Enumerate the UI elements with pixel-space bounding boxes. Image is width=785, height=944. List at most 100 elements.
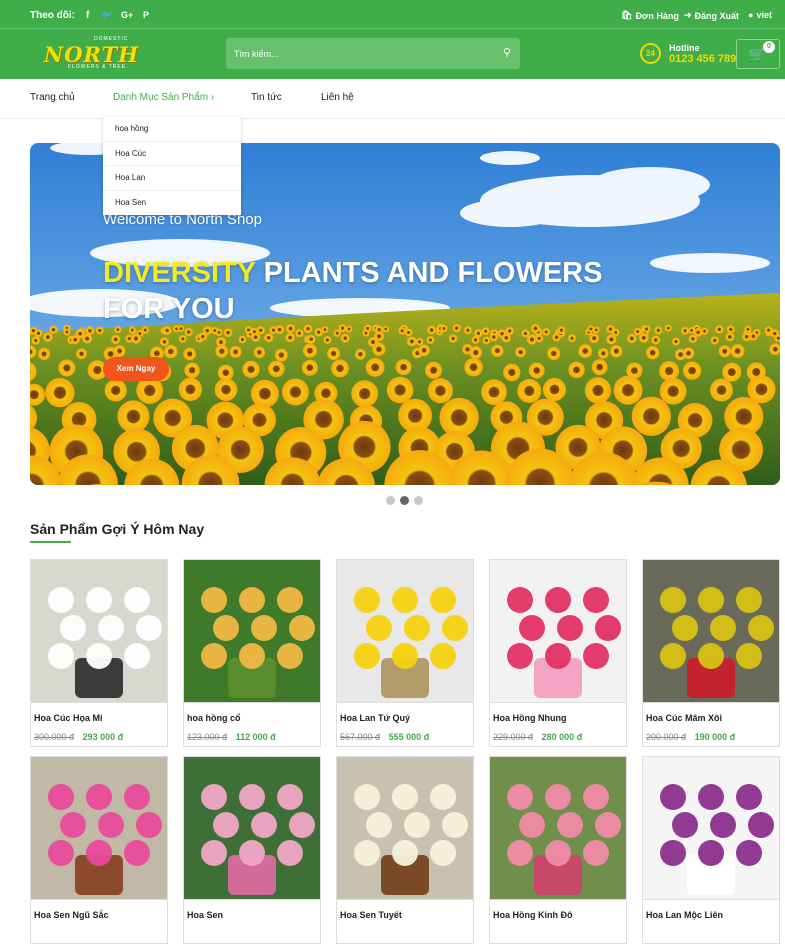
- product-name[interactable]: Hoa Sen: [184, 900, 320, 927]
- sunflower: [439, 397, 479, 438]
- sunflower: [113, 345, 126, 357]
- product-name[interactable]: Hoa Hồng Kinh Đô: [490, 900, 626, 927]
- sunflower: [725, 332, 735, 342]
- pinterest-icon[interactable]: P: [143, 10, 149, 20]
- product-image[interactable]: [184, 757, 320, 900]
- sunflower: [323, 336, 332, 345]
- sunflower: [136, 377, 164, 404]
- cart-button[interactable]: 🛒 0: [736, 39, 780, 69]
- sunflower: [606, 334, 617, 345]
- sunflower: [598, 348, 609, 359]
- product-card[interactable]: Hoa Sen Tuyết: [336, 756, 474, 944]
- header-divider: [0, 28, 785, 29]
- product-name[interactable]: Hoa Cúc Họa Mi: [31, 703, 167, 730]
- slider-dot-2[interactable]: [400, 496, 409, 505]
- product-image[interactable]: [643, 560, 779, 703]
- sunflower: [547, 346, 561, 360]
- sunflower: [215, 328, 223, 337]
- banner-headline-highlight: DIVERSITY: [103, 257, 256, 289]
- product-new-price: 190 000 đ: [694, 732, 736, 742]
- dropdown-item-hoa-hong[interactable]: hoa hồng: [103, 117, 241, 142]
- product-image[interactable]: [643, 757, 779, 900]
- main-nav: Trang chủ Danh Mục Sản Phẩm › Tin tức Li…: [0, 79, 785, 119]
- orders-link[interactable]: 🛍 Đơn Hàng: [621, 10, 679, 21]
- slider-dot-3[interactable]: [414, 496, 423, 505]
- sunflower: [680, 326, 690, 335]
- sunflower: [76, 348, 87, 360]
- sunflower: [682, 361, 702, 380]
- product-card[interactable]: Hoa Sen Ngũ Sắc: [30, 756, 168, 944]
- sunflower: [568, 361, 585, 379]
- google-plus-icon[interactable]: G+: [121, 10, 133, 20]
- user-label: viet: [756, 10, 772, 20]
- product-image[interactable]: [337, 757, 473, 900]
- sunflower: [250, 379, 279, 408]
- product-card[interactable]: Hoa Cúc Họa Mi 300.000 đ 293 000 đ: [30, 559, 168, 747]
- product-image[interactable]: [31, 757, 167, 900]
- product-card[interactable]: Hoa Sen: [183, 756, 321, 944]
- nav-contact[interactable]: Liên hệ: [321, 92, 354, 103]
- product-card[interactable]: Hoa Hồng Nhung 229.000 đ 280 000 đ: [489, 559, 627, 747]
- product-image[interactable]: [490, 757, 626, 900]
- sunflower: [517, 378, 542, 403]
- search-icon[interactable]: ⚲: [500, 46, 514, 60]
- dropdown-item-hoa-lan[interactable]: Hoa Lan: [103, 166, 241, 191]
- sunflower: [651, 335, 661, 345]
- product-card[interactable]: hoa hồng cổ 123.000 đ 112 000 đ: [183, 559, 321, 747]
- user-link[interactable]: ● viet: [748, 10, 772, 20]
- product-name[interactable]: Hoa Hồng Nhung: [490, 703, 626, 730]
- product-card[interactable]: Hoa Lan Mộc Liên: [642, 756, 780, 944]
- nav-categories[interactable]: Danh Mục Sản Phẩm ›: [113, 92, 214, 103]
- sunflower: [664, 324, 672, 332]
- sunflower: [710, 336, 719, 345]
- product-price: [643, 927, 779, 943]
- dropdown-item-hoa-cuc[interactable]: Hoa Cúc: [103, 142, 241, 166]
- slider-dot-1[interactable]: [386, 496, 395, 505]
- sunflower: [642, 324, 651, 333]
- header: Theo dõi: f 🐦 G+ P 🛍 Đơn Hàng ➜ Đăng Xuấ…: [0, 0, 785, 79]
- sunflower: [217, 364, 234, 381]
- sunflower: [159, 337, 169, 347]
- sunflower: [406, 336, 417, 347]
- search-input[interactable]: [226, 38, 496, 69]
- product-name[interactable]: Hoa Sen Tuyết: [337, 900, 473, 927]
- sunflower: [114, 326, 122, 334]
- product-name[interactable]: Hoa Lan Tứ Quý: [337, 703, 473, 730]
- product-name[interactable]: Hoa Sen Ngũ Sắc: [31, 900, 167, 927]
- product-price: 567.000 đ 555 000 đ: [337, 730, 473, 746]
- sunflower: [58, 359, 76, 377]
- sunflower: [184, 362, 200, 378]
- sunflower: [111, 334, 121, 345]
- sunflower: [38, 347, 51, 360]
- product-card[interactable]: Hoa Hồng Kinh Đô: [489, 756, 627, 944]
- nav-home[interactable]: Trang chủ: [30, 92, 75, 103]
- sunflower: [535, 334, 544, 343]
- product-name[interactable]: hoa hồng cổ: [184, 703, 320, 730]
- logout-link[interactable]: ➜ Đăng Xuất: [684, 10, 739, 21]
- sunflower: [464, 357, 483, 377]
- product-card[interactable]: Hoa Cúc Mâm Xôi 200.000 đ 190 000 đ: [642, 559, 780, 747]
- sunflower: [591, 359, 608, 376]
- product-image[interactable]: [337, 560, 473, 703]
- sunflower: [552, 332, 561, 342]
- twitter-icon[interactable]: 🐦: [101, 10, 112, 21]
- product-name[interactable]: Hoa Cúc Mâm Xôi: [643, 703, 779, 730]
- product-image[interactable]: [184, 560, 320, 703]
- sunflower: [722, 362, 742, 382]
- product-image[interactable]: [490, 560, 626, 703]
- sunflower: [184, 327, 193, 337]
- product-image[interactable]: [31, 560, 167, 703]
- shop-now-button[interactable]: Xem Ngay: [103, 357, 169, 381]
- sunflower: [229, 345, 242, 358]
- sunflower: [31, 336, 41, 345]
- product-card[interactable]: Hoa Lan Tứ Quý 567.000 đ 555 000 đ: [336, 559, 474, 747]
- sunflower: [710, 378, 733, 402]
- product-new-price: 293 000 đ: [82, 732, 124, 742]
- logo[interactable]: DOMESTIC NORTH FLOWERS & TREE: [44, 36, 140, 70]
- nav-news[interactable]: Tin tức: [251, 92, 282, 103]
- dropdown-item-hoa-sen[interactable]: Hoa Sen: [103, 191, 241, 216]
- hotline-number[interactable]: 0123 456 789: [669, 53, 736, 65]
- facebook-icon[interactable]: f: [86, 10, 89, 21]
- sunflower: [351, 380, 379, 408]
- product-name[interactable]: Hoa Lan Mộc Liên: [643, 900, 779, 927]
